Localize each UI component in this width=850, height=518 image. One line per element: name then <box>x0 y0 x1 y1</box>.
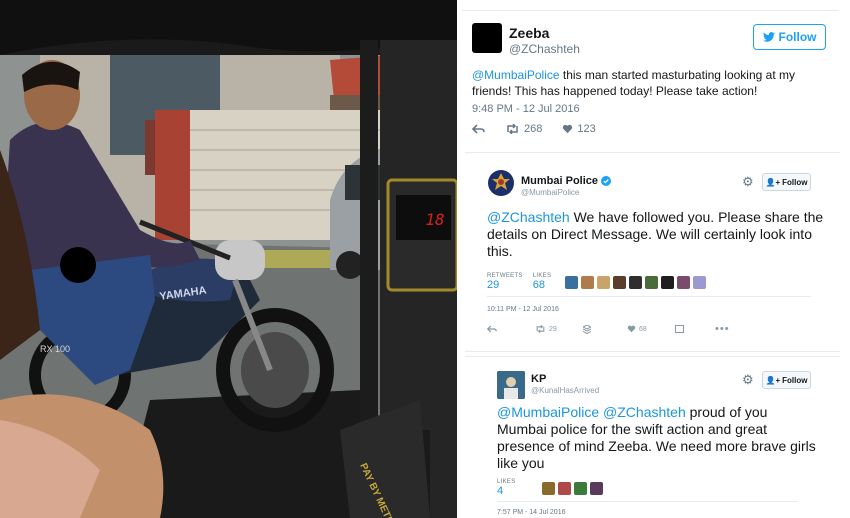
profile-photo-icon <box>497 371 525 399</box>
avatar[interactable] <box>497 371 525 399</box>
tweet-timestamp[interactable]: 7:57 PM - 14 Jul 2016 <box>497 509 566 516</box>
heart-icon <box>627 325 636 333</box>
more-icon: ••• <box>715 323 730 335</box>
author-name[interactable]: Zeeba <box>509 25 549 41</box>
tweet-text: @ZChashteh We have followed you. Please … <box>487 209 832 260</box>
avatar[interactable] <box>472 23 502 53</box>
original-tweet: Zeeba @ZChashteh Follow @MumbaiPolice th… <box>462 10 839 150</box>
message-icon <box>675 325 684 333</box>
tweet-text: @MumbaiPolice this man started masturbat… <box>472 67 834 99</box>
tweet-stats: RETWEETS 29 LIKES 68 <box>487 273 707 291</box>
dm-button[interactable] <box>675 325 715 333</box>
stack-icon <box>583 324 591 334</box>
liker-avatar[interactable] <box>581 276 595 289</box>
liker-avatars <box>541 482 603 495</box>
follow-label: Follow <box>782 375 808 385</box>
tweet-actions: 29 68 ••• <box>487 323 747 335</box>
retweet-button[interactable]: 29 <box>535 325 583 333</box>
like-count: 123 <box>577 123 596 135</box>
meter-display-text: 18 <box>425 210 444 229</box>
author-name-row: Mumbai Police <box>521 175 612 187</box>
mention-link[interactable]: @ZChashteh <box>603 404 686 420</box>
likes-count: 68 <box>532 279 545 291</box>
follow-button[interactable]: 👤+ Follow <box>762 173 811 191</box>
author-handle[interactable]: @ZChashteh <box>509 42 580 56</box>
like-button[interactable]: 123 <box>562 123 596 135</box>
heart-icon <box>563 124 573 134</box>
likes-count: 4 <box>497 485 504 497</box>
like-button[interactable]: 68 <box>627 325 675 333</box>
liker-avatar[interactable] <box>693 276 707 289</box>
mention-link[interactable]: @MumbaiPolice <box>472 68 560 82</box>
reply-tweet-kp: KP @KunalHasArrived ⚙ 👤+ Follow @MumbaiP… <box>465 356 840 518</box>
more-button[interactable]: ••• <box>715 323 730 335</box>
verified-icon <box>601 176 612 186</box>
follow-button[interactable]: 👤+ Follow <box>762 371 811 389</box>
gear-icon[interactable]: ⚙ <box>742 372 754 388</box>
add-user-icon: 👤+ <box>765 177 781 187</box>
retweet-icon <box>507 124 518 134</box>
street-photo: YAMAHA RX 100 18 PAY BY METER <box>0 0 457 518</box>
reply-tweet-police: Mumbai Police @MumbaiPolice ⚙ 👤+ Follow … <box>465 152 840 352</box>
tweet-stats: LIKES 4 <box>497 479 603 497</box>
follow-button[interactable]: Follow <box>753 24 826 50</box>
gear-icon[interactable]: ⚙ <box>742 174 754 190</box>
follow-label: Follow <box>782 177 808 187</box>
retweet-count: 268 <box>524 123 543 135</box>
reply-button[interactable] <box>472 124 485 134</box>
bird-icon <box>762 32 775 42</box>
liker-avatar[interactable] <box>613 276 627 289</box>
tweet-timestamp[interactable]: 9:48 PM - 12 Jul 2016 <box>472 103 580 115</box>
avatar[interactable] <box>487 169 515 197</box>
liker-avatar[interactable] <box>557 482 571 495</box>
liker-avatars <box>565 276 707 289</box>
likes-stat[interactable]: LIKES 68 <box>533 273 552 291</box>
author-name[interactable]: Mumbai Police <box>521 175 598 187</box>
liker-avatar[interactable] <box>597 276 611 289</box>
reply-button[interactable] <box>487 325 535 333</box>
divider <box>497 501 797 502</box>
liker-avatar[interactable] <box>661 276 675 289</box>
reply-icon <box>487 325 497 333</box>
reply-icon <box>472 124 485 134</box>
liker-avatar[interactable] <box>565 276 579 289</box>
liker-avatar[interactable] <box>677 276 691 289</box>
author-name[interactable]: KP <box>531 373 546 385</box>
tweet-text: @MumbaiPolice @ZChashteh proud of you Mu… <box>497 404 817 472</box>
retweet-button[interactable]: 268 <box>505 123 542 135</box>
retweets-count: 29 <box>487 279 500 291</box>
tweet-actions: 268 123 <box>472 123 616 135</box>
stack-button[interactable] <box>583 324 627 334</box>
liker-avatar[interactable] <box>589 482 603 495</box>
retweet-count: 29 <box>549 325 557 333</box>
add-user-icon: 👤+ <box>765 375 781 385</box>
divider <box>487 296 811 297</box>
mention-link[interactable]: @MumbaiPolice <box>497 404 599 420</box>
like-count: 68 <box>639 325 647 333</box>
likes-stat[interactable]: LIKES 4 <box>497 479 516 497</box>
retweet-icon <box>536 325 545 333</box>
liker-avatar[interactable] <box>541 482 555 495</box>
liker-avatar[interactable] <box>629 276 643 289</box>
bike-model-text: RX 100 <box>40 344 70 354</box>
mention-link[interactable]: @ZChashteh <box>487 209 570 225</box>
author-handle[interactable]: @MumbaiPolice <box>521 188 579 197</box>
follow-label: Follow <box>778 30 817 44</box>
author-handle[interactable]: @KunalHasArrived <box>531 386 599 395</box>
police-badge-icon <box>488 170 514 196</box>
tweet-timestamp[interactable]: 10:11 PM - 12 Jul 2016 <box>487 306 559 313</box>
tweet-panel: Zeeba @ZChashteh Follow @MumbaiPolice th… <box>457 0 850 518</box>
liker-avatar[interactable] <box>573 482 587 495</box>
retweets-stat[interactable]: RETWEETS 29 <box>487 273 523 291</box>
liker-avatar[interactable] <box>645 276 659 289</box>
